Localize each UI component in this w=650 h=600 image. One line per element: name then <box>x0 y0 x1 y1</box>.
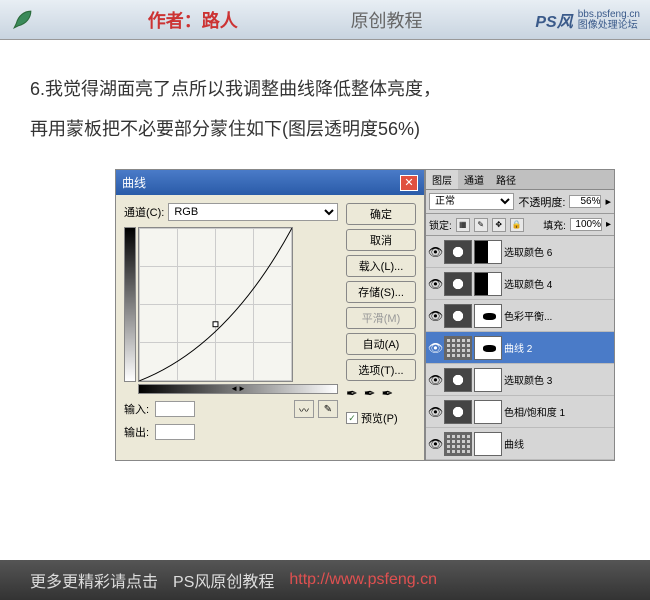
content-area: 6.我觉得湖面亮了点所以我调整曲线降低整体亮度， 再用蒙板把不必要部分蒙住如下(… <box>0 40 650 471</box>
panel-tabs: 图层 通道 路径 <box>426 170 614 190</box>
curves-thumb <box>444 432 472 456</box>
logo-text: PS风 <box>535 8 572 32</box>
output-label: 输出: <box>124 424 149 440</box>
visibility-icon[interactable]: 👁 <box>428 405 442 419</box>
output-field[interactable] <box>155 424 195 440</box>
eyedroppers: ✒ ✒ ✒ <box>346 385 416 402</box>
instruction-line2: 再用蒙板把不必要部分蒙住如下(图层透明度56%) <box>30 110 620 150</box>
footer-text2: PS风原创教程 <box>173 568 274 592</box>
author-label: 作者：路人 <box>148 7 238 33</box>
load-button[interactable]: 载入(L)... <box>346 255 416 277</box>
visibility-icon[interactable]: 👁 <box>428 373 442 387</box>
curves-dialog: 曲线 ✕ 通道(C): RGB <box>115 169 425 461</box>
input-label: 输入: <box>124 401 149 417</box>
save-button[interactable]: 存储(S)... <box>346 281 416 303</box>
instruction-line1: 6.我觉得湖面亮了点所以我调整曲线降低整体亮度， <box>30 70 620 110</box>
feather-icon <box>10 7 35 32</box>
curve-tool-icon[interactable]: 〰 <box>294 400 314 418</box>
fill-input[interactable] <box>570 218 602 231</box>
channel-label: 通道(C): <box>124 204 164 220</box>
mask-thumb <box>474 240 502 264</box>
vertical-gradient <box>124 227 136 382</box>
visibility-icon[interactable]: 👁 <box>428 277 442 291</box>
visibility-icon[interactable]: 👁 <box>428 437 442 451</box>
layers-panel: 图层 通道 路径 正常 不透明度: ▸ 锁定: ▦ ✎ ✥ 🔒 填充: <box>425 169 615 461</box>
tutorial-label: 原创教程 <box>351 7 423 33</box>
opacity-label: 不透明度: <box>518 194 565 210</box>
layer-row[interactable]: 👁选取颜色 3 <box>426 364 614 396</box>
tab-layers[interactable]: 图层 <box>426 170 458 189</box>
adj-thumb <box>444 368 472 392</box>
mask-thumb <box>474 432 502 456</box>
page-footer: 更多更精彩请点击 PS风原创教程 http://www.psfeng.cn <box>0 560 650 600</box>
adj-thumb <box>444 272 472 296</box>
mask-thumb <box>474 368 502 392</box>
preview-checkbox[interactable]: ✓ <box>346 412 358 424</box>
preview-label: 预览(P) <box>361 410 398 426</box>
tab-channels[interactable]: 通道 <box>458 170 490 189</box>
lock-all-icon[interactable]: 🔒 <box>510 218 524 232</box>
logo: PS风 bbs.psfeng.cn 图像处理论坛 <box>535 8 640 32</box>
black-dropper-icon[interactable]: ✒ <box>346 385 358 402</box>
lock-position-icon[interactable]: ✥ <box>492 218 506 232</box>
white-dropper-icon[interactable]: ✒ <box>381 385 393 402</box>
gray-dropper-icon[interactable]: ✒ <box>364 385 376 402</box>
cancel-button[interactable]: 取消 <box>346 229 416 251</box>
layer-row[interactable]: 👁曲线 <box>426 428 614 460</box>
mask-thumb <box>474 400 502 424</box>
lock-pixels-icon[interactable]: ✎ <box>474 218 488 232</box>
layer-row[interactable]: 👁选取颜色 6 <box>426 236 614 268</box>
tab-paths[interactable]: 路径 <box>490 170 522 189</box>
logo-url: bbs.psfeng.cn <box>578 9 640 20</box>
logo-subtitle: 图像处理论坛 <box>578 20 640 31</box>
input-field[interactable] <box>155 401 195 417</box>
lock-transparency-icon[interactable]: ▦ <box>456 218 470 232</box>
fill-arrow-icon[interactable]: ▸ <box>606 219 611 230</box>
layers-list: 👁选取颜色 6 👁选取颜色 4 👁色彩平衡... 👁曲线 2 👁选取颜色 3 👁… <box>426 236 614 460</box>
horizontal-gradient: ◄► <box>138 384 338 394</box>
visibility-icon[interactable]: 👁 <box>428 245 442 259</box>
mask-thumb <box>474 304 502 328</box>
opacity-arrow-icon[interactable]: ▸ <box>605 195 611 208</box>
page-header: 作者：路人 原创教程 PS风 bbs.psfeng.cn 图像处理论坛 <box>0 0 650 40</box>
footer-text1: 更多更精彩请点击 <box>30 568 158 592</box>
fill-label: 填充: <box>543 217 566 232</box>
adj-thumb <box>444 400 472 424</box>
visibility-icon[interactable]: 👁 <box>428 309 442 323</box>
curves-titlebar[interactable]: 曲线 ✕ <box>116 170 424 195</box>
layer-row[interactable]: 👁色相/饱和度 1 <box>426 396 614 428</box>
pencil-tool-icon[interactable]: ✎ <box>318 400 338 418</box>
auto-button[interactable]: 自动(A) <box>346 333 416 355</box>
adj-thumb <box>444 240 472 264</box>
smooth-button: 平滑(M) <box>346 307 416 329</box>
instruction-text: 6.我觉得湖面亮了点所以我调整曲线降低整体亮度， 再用蒙板把不必要部分蒙住如下(… <box>30 70 620 149</box>
lock-label: 锁定: <box>429 217 452 232</box>
mask-thumb <box>474 272 502 296</box>
mask-thumb <box>474 336 502 360</box>
ok-button[interactable]: 确定 <box>346 203 416 225</box>
screenshot-area: 曲线 ✕ 通道(C): RGB <box>115 169 620 461</box>
layer-row[interactable]: 👁选取颜色 4 <box>426 268 614 300</box>
layer-row[interactable]: 👁色彩平衡... <box>426 300 614 332</box>
curve-grid[interactable] <box>138 227 293 382</box>
opacity-input[interactable] <box>569 195 601 208</box>
options-button[interactable]: 选项(T)... <box>346 359 416 381</box>
channel-select[interactable]: RGB <box>168 203 338 221</box>
visibility-icon[interactable]: 👁 <box>428 341 442 355</box>
blend-mode-select[interactable]: 正常 <box>429 193 514 210</box>
close-icon[interactable]: ✕ <box>400 175 418 191</box>
layer-row-selected[interactable]: 👁曲线 2 <box>426 332 614 364</box>
curves-title-text: 曲线 <box>122 174 146 191</box>
adj-thumb <box>444 304 472 328</box>
curves-thumb <box>444 336 472 360</box>
footer-link[interactable]: http://www.psfeng.cn <box>289 571 437 589</box>
